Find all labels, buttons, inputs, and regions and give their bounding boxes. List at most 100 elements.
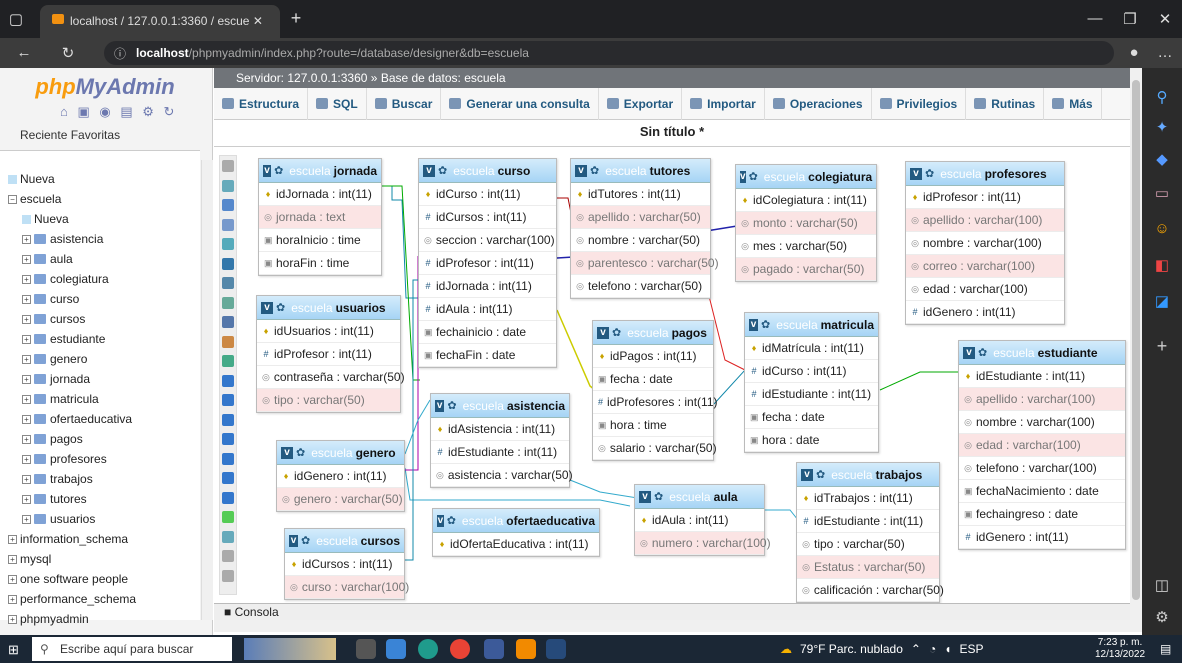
- table-cursos[interactable]: v ✿ escuela cursos ♦ idCursos : int(11) ◎ curso…: [284, 528, 409, 600]
- column-row[interactable]: ♦ idAula : int(11): [635, 509, 764, 532]
- table-trabajos[interactable]: v ✿ escuela trabajos ♦ idTrabajos : int(11) # i…: [796, 462, 944, 603]
- main-scrollbar[interactable]: [1130, 68, 1142, 620]
- column-row[interactable]: ◎ jornada : text: [259, 206, 381, 229]
- table-header[interactable]: v ✿ escuela asistencia: [431, 394, 569, 418]
- column-row[interactable]: ♦ idPagos : int(11): [593, 345, 713, 368]
- column-row[interactable]: ◎ apellido : varchar(100): [959, 388, 1125, 411]
- table-pagos[interactable]: v ✿ escuela pagos ♦ idPagos : int(11) ▣ fecha :…: [592, 320, 718, 461]
- clock[interactable]: 7:23 p. m. 12/13/2022: [1095, 637, 1145, 661]
- table-genero[interactable]: v ✿ escuela genero ♦ idGenero : int(11) ◎ gener…: [276, 440, 405, 512]
- table-header[interactable]: v ✿ escuela aula: [635, 485, 764, 509]
- network-icon[interactable]: ◔: [929, 642, 936, 656]
- table-header[interactable]: v ✿ escuela colegiatura: [736, 165, 876, 189]
- gear-icon[interactable]: ✿: [438, 164, 447, 177]
- gear-icon[interactable]: ✿: [296, 446, 305, 459]
- weather-text[interactable]: 79°F Parc. nublado: [800, 642, 903, 656]
- toggle-columns-icon[interactable]: v: [281, 446, 293, 459]
- table-header[interactable]: v ✿ escuela ofertaeducativa: [433, 509, 599, 533]
- column-row[interactable]: ◎ Estatus : varchar(50): [797, 556, 939, 579]
- column-row[interactable]: ◎ numero : varchar(100): [635, 532, 771, 555]
- column-row[interactable]: ♦ idAsistencia : int(11): [431, 418, 569, 441]
- table-jornada[interactable]: v ✿ escuela jornada ♦ idJornada : int(11) ◎ jor…: [258, 158, 382, 276]
- column-row[interactable]: ▣ horaInicio : time: [259, 229, 381, 252]
- column-row[interactable]: # idProfesores : int(11): [593, 391, 718, 414]
- outlook-icon[interactable]: ◪: [1152, 292, 1172, 310]
- table-header[interactable]: v ✿ escuela matricula: [745, 313, 878, 337]
- column-row[interactable]: ▣ hora : date: [745, 429, 878, 452]
- taskbar-search[interactable]: Escribe aquí para buscar: [32, 637, 232, 661]
- column-row[interactable]: ◎ nombre : varchar(50): [571, 229, 710, 252]
- table-asistencia[interactable]: v ✿ escuela asistencia ♦ idAsistencia : int(1…: [430, 393, 573, 488]
- column-row[interactable]: # idJornada : int(11): [419, 275, 556, 298]
- gear-icon[interactable]: ✿: [274, 164, 283, 177]
- briefcase-icon[interactable]: ▭: [1152, 184, 1172, 202]
- app-icon[interactable]: [484, 639, 504, 659]
- column-row[interactable]: # idProfesor : int(11): [257, 343, 400, 366]
- toggle-columns-icon[interactable]: v: [575, 164, 587, 177]
- sparkle-icon[interactable]: ✦: [1152, 118, 1172, 136]
- column-row[interactable]: ▣ fechaingreso : date: [959, 503, 1125, 526]
- column-row[interactable]: ◎ pagado : varchar(50): [736, 258, 876, 281]
- column-row[interactable]: ♦ idOfertaEducativa : int(11): [433, 533, 599, 556]
- column-row[interactable]: ◎ asistencia : varchar(50): [431, 464, 573, 487]
- column-row[interactable]: ◎ mes : varchar(50): [736, 235, 876, 258]
- table-header[interactable]: v ✿ escuela genero: [277, 441, 404, 465]
- search-icon[interactable]: ⚲: [1152, 88, 1172, 106]
- table-matricula[interactable]: v ✿ escuela matricula ♦ idMatrícula : int(11)…: [744, 312, 879, 453]
- people-icon[interactable]: ☺: [1152, 220, 1172, 237]
- volume-icon[interactable]: ◖: [944, 642, 951, 656]
- gear-icon[interactable]: ✿: [276, 301, 285, 314]
- gear-icon[interactable]: ✿: [816, 468, 825, 481]
- column-row[interactable]: ♦ idMatrícula : int(11): [745, 337, 878, 360]
- tag-icon[interactable]: ◆: [1152, 150, 1172, 168]
- vscode-icon[interactable]: [546, 639, 566, 659]
- add-icon[interactable]: +: [1152, 336, 1172, 357]
- column-row[interactable]: # idEstudiante : int(11): [797, 510, 939, 533]
- gear-icon[interactable]: ✿: [654, 490, 663, 503]
- column-row[interactable]: ◎ nombre : varchar(100): [959, 411, 1125, 434]
- settings-icon[interactable]: ⚙: [1152, 608, 1172, 626]
- column-row[interactable]: # idCurso : int(11): [745, 360, 878, 383]
- table-aula[interactable]: v ✿ escuela aula ♦ idAula : int(11) ◎ numero : …: [634, 484, 771, 556]
- file-explorer-icon[interactable]: [386, 639, 406, 659]
- gear-icon[interactable]: ✿: [447, 399, 456, 412]
- table-colegiatura[interactable]: v ✿ escuela colegiatura ♦ idColegiatura : int…: [735, 164, 877, 282]
- column-row[interactable]: ♦ idEstudiante : int(11): [959, 365, 1125, 388]
- column-row[interactable]: ♦ idTrabajos : int(11): [797, 487, 939, 510]
- column-row[interactable]: ◎ contraseña : varchar(50): [257, 366, 405, 389]
- table-curso[interactable]: v ✿ escuela curso ♦ idCurso : int(11) # idCurso…: [418, 158, 557, 368]
- column-row[interactable]: ▣ horaFin : time: [259, 252, 381, 275]
- column-row[interactable]: ◎ curso : varchar(100): [285, 576, 409, 599]
- gear-icon[interactable]: ✿: [978, 346, 987, 359]
- column-row[interactable]: ♦ idGenero : int(11): [277, 465, 404, 488]
- column-row[interactable]: ♦ idProfesor : int(11): [906, 186, 1064, 209]
- column-row[interactable]: ♦ idColegiatura : int(11): [736, 189, 876, 212]
- column-row[interactable]: ♦ idCurso : int(11): [419, 183, 556, 206]
- xampp-icon[interactable]: [516, 639, 536, 659]
- toggle-columns-icon[interactable]: v: [261, 301, 273, 314]
- table-usuarios[interactable]: v ✿ escuela usuarios ♦ idUsuarios : int(11) # i…: [256, 295, 405, 413]
- task-view-icon[interactable]: [356, 639, 376, 659]
- toggle-columns-icon[interactable]: v: [639, 490, 651, 503]
- toggle-columns-icon[interactable]: v: [740, 170, 746, 183]
- toggle-columns-icon[interactable]: v: [749, 318, 759, 331]
- language[interactable]: ESP: [959, 642, 983, 656]
- table-header[interactable]: v ✿ escuela pagos: [593, 321, 713, 345]
- windows-start-icon[interactable]: ⊞: [8, 642, 19, 658]
- toggle-columns-icon[interactable]: v: [435, 399, 445, 412]
- gear-icon[interactable]: ✿: [761, 318, 770, 331]
- column-row[interactable]: ◎ seccion : varchar(100): [419, 229, 556, 252]
- table-estudiante[interactable]: v ✿ escuela estudiante ♦ idEstudiante : int(1…: [958, 340, 1126, 550]
- toggle-columns-icon[interactable]: v: [597, 326, 609, 339]
- column-row[interactable]: ◎ apellido : varchar(50): [571, 206, 710, 229]
- column-row[interactable]: ◎ telefono : varchar(100): [959, 457, 1125, 480]
- notifications-icon[interactable]: ▤: [1160, 642, 1171, 656]
- table-header[interactable]: v ✿ escuela curso: [419, 159, 556, 183]
- column-row[interactable]: # idCursos : int(11): [419, 206, 556, 229]
- column-row[interactable]: ▣ fecha : date: [745, 406, 878, 429]
- column-row[interactable]: ◎ edad : varchar(100): [906, 278, 1064, 301]
- column-row[interactable]: # idProfesor : int(11): [419, 252, 556, 275]
- chrome-icon[interactable]: [450, 639, 470, 659]
- toggle-columns-icon[interactable]: v: [437, 514, 444, 527]
- toggle-columns-icon[interactable]: v: [289, 534, 299, 547]
